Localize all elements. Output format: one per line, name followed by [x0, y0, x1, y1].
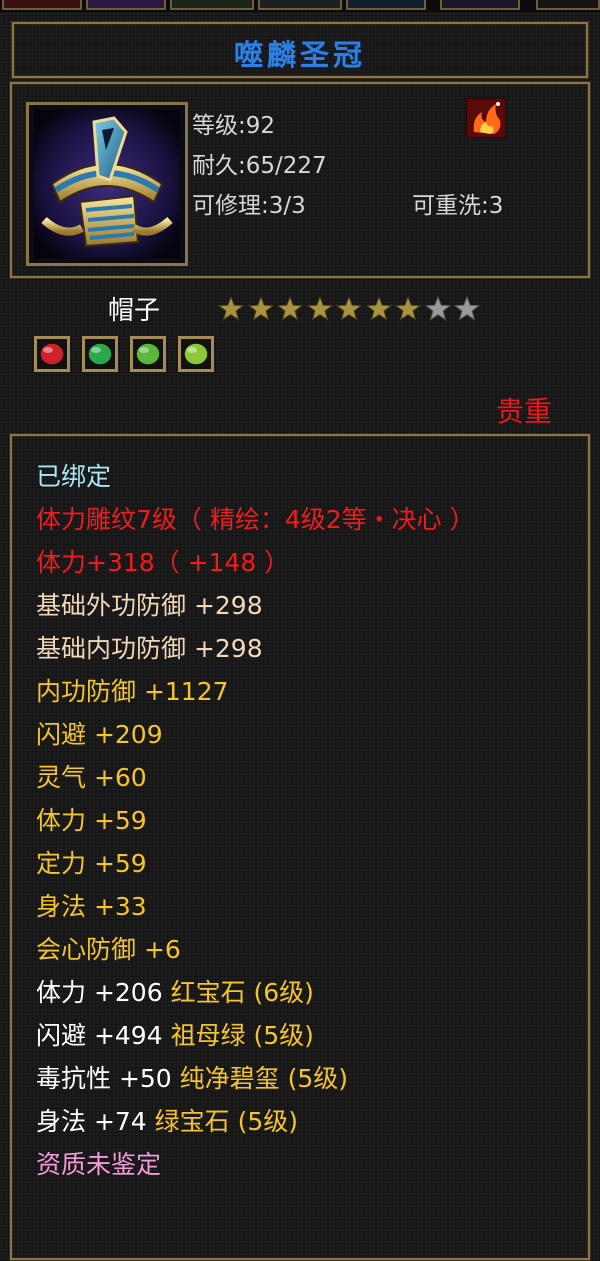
- green-gem-icon: [135, 342, 161, 366]
- attribute-line: 内功防御 +1127: [36, 677, 229, 706]
- attribute-line: 定力 +59: [36, 849, 147, 878]
- attribute-line: 基础内功防御 +298: [36, 634, 263, 663]
- tab-1[interactable]: [2, 0, 82, 10]
- flame-badge-icon[interactable]: [466, 98, 506, 138]
- attribute-line: 资质未鉴定: [36, 1150, 162, 1179]
- level-stat: 等级:92: [192, 113, 276, 139]
- star-filled-icon: [365, 296, 392, 321]
- item-icon-frame[interactable]: [26, 102, 188, 266]
- tab-5[interactable]: [346, 0, 426, 10]
- star-empty-icon: [454, 296, 480, 321]
- star-filled-icon: [336, 296, 362, 321]
- gem-socket[interactable]: [130, 336, 166, 372]
- star-filled-icon: [218, 296, 244, 321]
- tab-7[interactable]: [536, 0, 600, 10]
- attribute-line: 体力雕纹7级（ 精绘：4级2等・决心 ）: [36, 505, 475, 534]
- tab-6[interactable]: [440, 0, 520, 10]
- attribute-line: 闪避 +494 祖母绿 (5级): [36, 1021, 314, 1051]
- attribute-line: 体力 +59: [36, 806, 147, 835]
- star-filled-icon: [306, 296, 333, 321]
- tab-4[interactable]: [258, 0, 342, 10]
- attribute-line: 会心防御 +6: [36, 935, 181, 964]
- attribute-line: 灵气 +60: [36, 763, 147, 792]
- gem-socket[interactable]: [82, 336, 118, 372]
- item-title: 噬麟圣冠: [233, 38, 366, 72]
- attribute-stat: 身法 +74: [36, 1107, 155, 1136]
- item-info-panel: 等级:92 耐久:65/227 可修理:3/3 可重洗:3: [10, 82, 590, 278]
- attribute-gem-name: 绿宝石 (5级): [154, 1107, 299, 1136]
- attribute-stat: 体力 +206: [36, 978, 171, 1007]
- attribute-line: 毒抗性 +50 纯净碧玺 (5级): [36, 1064, 348, 1094]
- star-empty-icon: [424, 296, 451, 321]
- attribute-gem-name: 祖母绿 (5级): [170, 1021, 314, 1050]
- star-filled-icon: [247, 296, 274, 321]
- rewash-stat: 可重洗:3: [412, 193, 504, 219]
- star-filled-icon: [277, 296, 303, 321]
- attribute-gem-name: 纯净碧玺 (5级): [179, 1064, 349, 1093]
- durability-stat: 耐久:65/227: [192, 153, 327, 179]
- rarity-label: 贵重: [496, 395, 553, 428]
- attributes-panel: 已绑定体力雕纹7级（ 精绘：4级2等・决心 ） 体力+318（ +148 ） 基础外…: [10, 434, 590, 1260]
- red-gem-icon: [39, 342, 65, 366]
- attribute-gem-name: 红宝石 (6级): [170, 978, 314, 1007]
- green-gem-icon: [87, 342, 113, 366]
- attribute-line: 体力+318（ +148 ）: [36, 548, 290, 577]
- gem-socket[interactable]: [178, 336, 214, 372]
- tab-2[interactable]: [86, 0, 166, 10]
- item-type-label: 帽子: [108, 296, 161, 326]
- title-bar: 噬麟圣冠: [12, 22, 588, 78]
- attribute-line: 闪避 +209: [36, 720, 163, 749]
- top-tab-strip: [0, 0, 600, 12]
- attribute-stat: 闪避 +494: [36, 1021, 171, 1050]
- gem-socket[interactable]: [34, 336, 70, 372]
- repair-stat: 可修理:3/3: [192, 193, 306, 219]
- green-gem-icon: [183, 342, 209, 366]
- attribute-line: 身法 +33: [36, 892, 147, 921]
- tab-3[interactable]: [170, 0, 254, 10]
- attribute-line: 体力 +206 红宝石 (6级): [36, 978, 314, 1008]
- star-filled-icon: [395, 296, 421, 321]
- attribute-line: 已绑定: [36, 462, 112, 491]
- attribute-line: 身法 +74 绿宝石 (5级): [36, 1107, 298, 1137]
- attribute-line: 基础外功防御 +298: [36, 591, 263, 620]
- crown-helmet-icon: [34, 110, 180, 258]
- attribute-stat: 毒抗性 +50: [36, 1064, 180, 1093]
